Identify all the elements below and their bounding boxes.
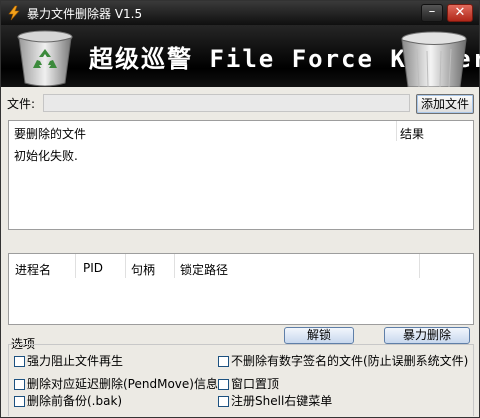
process-list[interactable]: 进程名 PID 句柄 锁定路径	[8, 253, 474, 325]
option-backup-before-delete[interactable]: 删除前备份(.bak)	[14, 392, 122, 409]
option-register-shell-menu[interactable]: 注册Shell右键菜单	[218, 392, 332, 409]
close-button[interactable]: ✕	[447, 4, 473, 22]
header-divider	[419, 254, 420, 278]
lightning-icon	[8, 5, 20, 21]
add-file-button[interactable]: 添加文件	[416, 94, 474, 114]
delete-list-header: 要删除的文件 结果	[9, 121, 473, 141]
header-divider	[125, 254, 126, 278]
title-bar[interactable]: 暴力文件删除器 V1.5 – ✕	[1, 1, 479, 25]
file-label: 文件:	[7, 97, 36, 111]
option-always-on-top[interactable]: 窗口置顶	[218, 375, 279, 392]
header-divider	[396, 121, 397, 141]
banner: 超级巡警 File Force Killer	[1, 25, 480, 87]
checkbox[interactable]	[218, 396, 229, 407]
header-result[interactable]: 结果	[400, 125, 424, 142]
header-divider	[174, 254, 175, 278]
window-title: 暴力文件删除器 V1.5	[27, 7, 143, 21]
header-file[interactable]: 要删除的文件	[14, 125, 86, 142]
unlock-button[interactable]: 解锁	[284, 327, 354, 344]
header-process-name[interactable]: 进程名	[15, 261, 51, 278]
delete-file-list[interactable]: 要删除的文件 结果 初始化失败.	[8, 120, 474, 230]
app-window: 暴力文件删除器 V1.5 – ✕ 超级巡警 File Force Killer	[0, 0, 480, 418]
force-delete-button[interactable]: 暴力删除	[384, 327, 470, 344]
file-path-input[interactable]	[43, 94, 410, 112]
checkbox[interactable]	[14, 356, 25, 367]
checkbox[interactable]	[218, 379, 229, 390]
trash-can-icon	[401, 31, 467, 87]
recycle-bin-icon	[17, 30, 73, 87]
header-pid[interactable]: PID	[83, 261, 103, 275]
checkbox[interactable]	[218, 356, 229, 367]
checkbox[interactable]	[14, 396, 25, 407]
header-locked-path[interactable]: 锁定路径	[180, 261, 228, 278]
checkbox[interactable]	[14, 379, 25, 390]
header-handle[interactable]: 句柄	[131, 261, 155, 278]
option-prevent-regeneration[interactable]: 强力阻止文件再生	[14, 352, 123, 369]
option-skip-signed-files[interactable]: 不删除有数字签名的文件(防止误删系统文件)	[218, 352, 468, 369]
header-divider	[75, 254, 76, 278]
minimize-button[interactable]: –	[421, 4, 443, 22]
option-delete-pendmove[interactable]: 删除对应延迟删除(PendMove)信息	[14, 375, 218, 392]
options-group: 强力阻止文件再生 不删除有数字签名的文件(防止误删系统文件) 删除对应延迟删除(…	[8, 344, 474, 416]
list-item[interactable]: 初始化失败.	[14, 147, 78, 164]
